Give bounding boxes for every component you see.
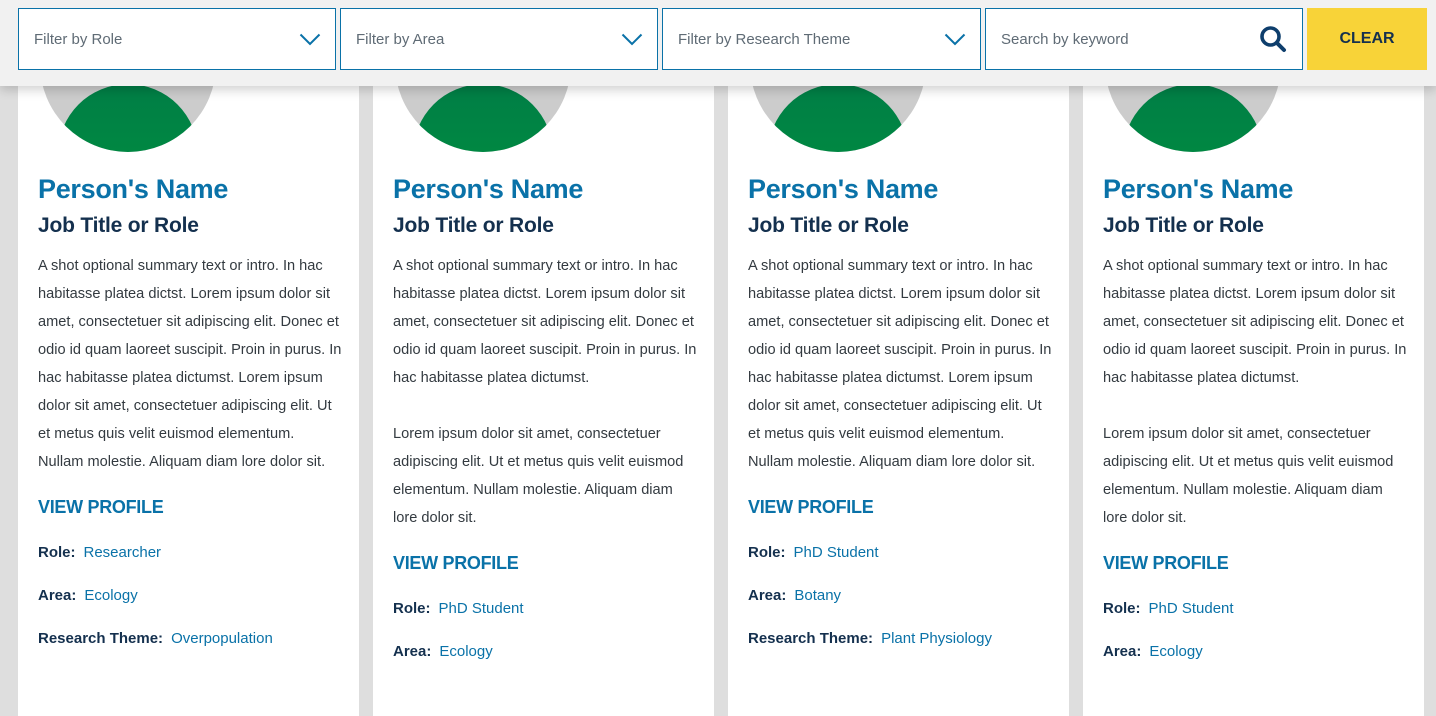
meta-list: Role: PhD Student Area: Ecology bbox=[1103, 587, 1408, 673]
summary-paragraph: Lorem ipsum dolor sit amet, consectetuer… bbox=[1103, 426, 1394, 526]
meta-label: Role: bbox=[1103, 600, 1141, 617]
meta-area: Area: Botany bbox=[748, 574, 1053, 617]
chevron-down-icon bbox=[944, 32, 966, 46]
person-card: Person's Name Job Title or Role A shot o… bbox=[1083, 0, 1424, 716]
summary-paragraph: A shot optional summary text or intro. I… bbox=[393, 258, 697, 386]
meta-label: Role: bbox=[393, 600, 431, 617]
filter-role-select[interactable]: Filter by Role bbox=[18, 8, 336, 70]
filter-research-theme-select[interactable]: Filter by Research Theme bbox=[662, 8, 981, 70]
research-theme-tag-link[interactable]: Plant Physiology bbox=[881, 630, 992, 647]
area-tag-link[interactable]: Botany bbox=[794, 587, 841, 604]
research-theme-tag-link[interactable]: Overpopulation bbox=[171, 630, 273, 647]
meta-label: Area: bbox=[393, 643, 432, 660]
meta-label: Area: bbox=[1103, 643, 1142, 660]
meta-research-theme: Research Theme: Plant Physiology bbox=[748, 617, 1053, 660]
summary-paragraph: Lorem ipsum dolor sit amet, consectetuer… bbox=[393, 426, 684, 526]
person-card: Person's Name Job Title or Role A shot o… bbox=[373, 0, 714, 716]
meta-area: Area: Ecology bbox=[1103, 630, 1408, 673]
person-card: Person's Name Job Title or Role A shot o… bbox=[728, 0, 1069, 716]
job-title: Job Title or Role bbox=[38, 214, 199, 237]
filter-research-theme-placeholder: Filter by Research Theme bbox=[678, 30, 851, 48]
person-name-link[interactable]: Person's Name bbox=[1103, 170, 1408, 208]
role-tag-link[interactable]: PhD Student bbox=[794, 544, 879, 561]
summary-paragraph: A shot optional summary text or intro. I… bbox=[748, 258, 1052, 470]
meta-label: Area: bbox=[38, 587, 77, 604]
summary-paragraph: A shot optional summary text or intro. I… bbox=[38, 258, 342, 470]
meta-area: Area: Ecology bbox=[393, 630, 698, 673]
meta-list: Role: PhD Student Area: Ecology bbox=[393, 587, 698, 673]
meta-role: Role: Researcher bbox=[38, 531, 343, 574]
person-name-link[interactable]: Person's Name bbox=[393, 170, 698, 208]
summary-text: A shot optional summary text or intro. I… bbox=[38, 252, 343, 476]
meta-label: Role: bbox=[748, 544, 786, 561]
summary-text: A shot optional summary text or intro. I… bbox=[393, 252, 698, 532]
job-title: Job Title or Role bbox=[748, 214, 909, 237]
meta-label: Role: bbox=[38, 544, 76, 561]
meta-role: Role: PhD Student bbox=[393, 587, 698, 630]
person-name-link[interactable]: Person's Name bbox=[748, 170, 1053, 208]
summary-text: A shot optional summary text or intro. I… bbox=[748, 252, 1053, 476]
meta-role: Role: PhD Student bbox=[1103, 587, 1408, 630]
meta-research-theme: Research Theme: Overpopulation bbox=[38, 617, 343, 660]
filter-bar: Filter by Role Filter by Area Filter by … bbox=[0, 0, 1436, 86]
area-tag-link[interactable]: Ecology bbox=[1149, 643, 1202, 660]
filter-role-placeholder: Filter by Role bbox=[34, 30, 123, 48]
meta-list: Role: PhD Student Area: Botany Research Th… bbox=[748, 531, 1053, 660]
keyword-search-input[interactable] bbox=[1001, 30, 1258, 48]
role-tag-link[interactable]: PhD Student bbox=[439, 600, 524, 617]
summary-text: A shot optional summary text or intro. I… bbox=[1103, 252, 1408, 532]
search-icon[interactable] bbox=[1258, 24, 1288, 54]
clear-filters-button[interactable]: CLEAR bbox=[1307, 8, 1427, 70]
role-tag-link[interactable]: PhD Student bbox=[1149, 600, 1234, 617]
view-profile-link[interactable]: VIEW PROFILE bbox=[1103, 551, 1408, 575]
area-tag-link[interactable]: Ecology bbox=[439, 643, 492, 660]
filter-area-placeholder: Filter by Area bbox=[356, 30, 445, 48]
role-tag-link[interactable]: Researcher bbox=[84, 544, 162, 561]
chevron-down-icon bbox=[621, 32, 643, 46]
view-profile-link[interactable]: VIEW PROFILE bbox=[748, 495, 1053, 519]
meta-role: Role: PhD Student bbox=[748, 531, 1053, 574]
meta-list: Role: Researcher Area: Ecology Research Th… bbox=[38, 531, 343, 660]
chevron-down-icon bbox=[299, 32, 321, 46]
person-card: Person's Name Job Title or Role A shot o… bbox=[18, 0, 359, 716]
job-title: Job Title or Role bbox=[1103, 214, 1264, 237]
meta-label: Research Theme: bbox=[748, 630, 874, 647]
person-name-link[interactable]: Person's Name bbox=[38, 170, 343, 208]
keyword-search-field[interactable] bbox=[985, 8, 1303, 70]
area-tag-link[interactable]: Ecology bbox=[84, 587, 137, 604]
summary-paragraph: A shot optional summary text or intro. I… bbox=[1103, 258, 1407, 386]
filter-area-select[interactable]: Filter by Area bbox=[340, 8, 658, 70]
meta-label: Area: bbox=[748, 587, 787, 604]
job-title: Job Title or Role bbox=[393, 214, 554, 237]
view-profile-link[interactable]: VIEW PROFILE bbox=[38, 495, 343, 519]
meta-label: Research Theme: bbox=[38, 630, 164, 647]
meta-area: Area: Ecology bbox=[38, 574, 343, 617]
view-profile-link[interactable]: VIEW PROFILE bbox=[393, 551, 698, 575]
